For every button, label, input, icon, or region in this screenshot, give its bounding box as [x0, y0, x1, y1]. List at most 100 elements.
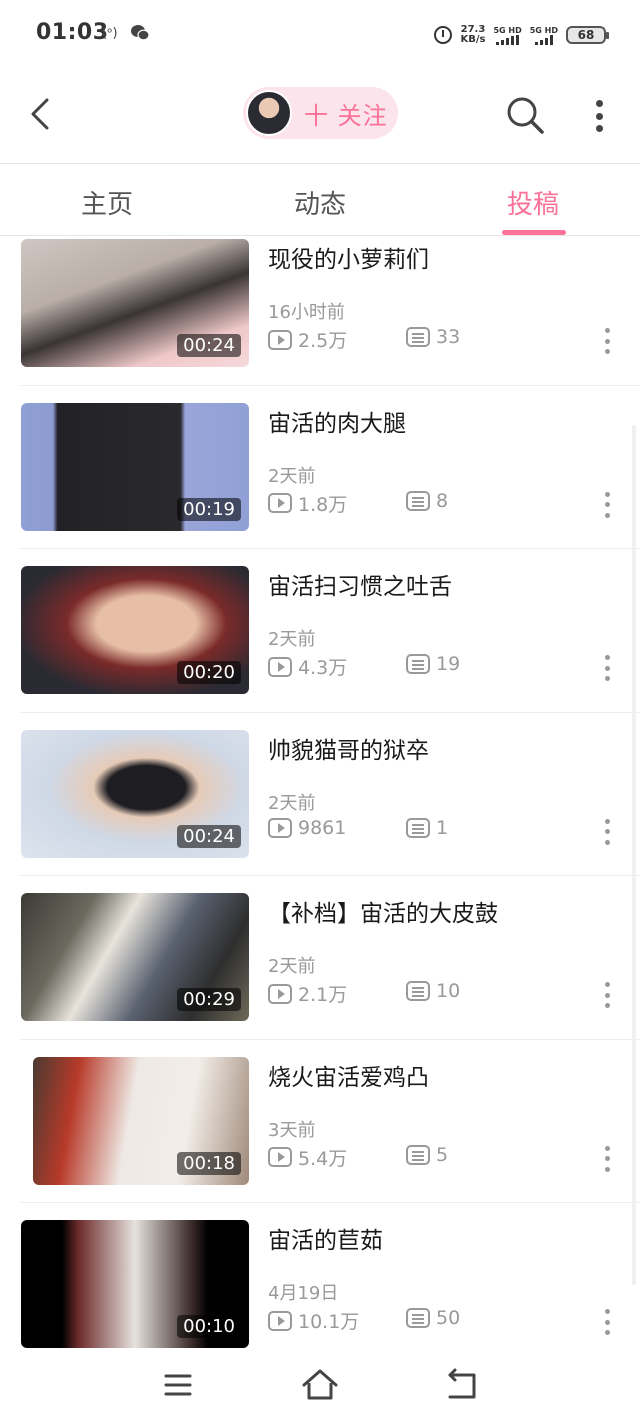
danmaku-count: 50: [406, 1307, 460, 1329]
video-item[interactable]: 00:24 现役的小萝莉们 16小时前 2.5万 33: [0, 237, 640, 386]
video-item[interactable]: 00:18 烧火宙活爱鸡凸 3天前 5.4万 5: [0, 1040, 640, 1204]
video-date: 2天前: [268, 629, 316, 650]
video-duration: 00:29: [177, 988, 241, 1011]
item-more-button[interactable]: [601, 655, 613, 681]
alarm-icon: [434, 26, 453, 44]
menu-icon: [164, 1374, 192, 1396]
video-item[interactable]: 00:10 宙活的苣茹 4月19日 10.1万 50: [0, 1203, 640, 1353]
back-nav-button[interactable]: [442, 1367, 482, 1403]
back-button[interactable]: [22, 94, 62, 134]
video-thumbnail[interactable]: 00:20: [21, 566, 249, 694]
more-vertical-icon: [604, 982, 610, 987]
hotspot-icon: (ᵒ): [102, 26, 118, 41]
video-item[interactable]: 00:19 宙活的肉大腿 2天前 1.8万 8: [0, 386, 640, 550]
video-date: 4月19日: [268, 1283, 339, 1304]
danmaku-count: 1: [406, 817, 448, 839]
video-list[interactable]: 00:24 现役的小萝莉们 16小时前 2.5万 33 00:19 宙活的肉大腿…: [0, 237, 640, 1353]
play-icon: [268, 817, 292, 838]
danmaku-count: 19: [406, 653, 460, 675]
status-time: 01:03: [36, 20, 109, 45]
item-more-button[interactable]: [601, 491, 613, 518]
video-date: 2天前: [268, 792, 316, 814]
battery-icon: 68: [566, 26, 609, 44]
play-count: 1.8万: [268, 490, 347, 517]
follow-button[interactable]: 十 关注: [243, 87, 398, 139]
menu-button[interactable]: [158, 1367, 198, 1403]
video-thumbnail[interactable]: 00:18: [33, 1056, 249, 1185]
video-item[interactable]: 00:20 宙活扫习惯之吐舌 2天前 4.3万 19: [0, 549, 640, 713]
video-item[interactable]: 00:24 帅貌猫哥的狱卒 2天前 9861 1: [0, 713, 640, 877]
video-item[interactable]: 00:29 【补档】宙活的大皮鼓 2天前 2.1万 10: [0, 876, 640, 1040]
video-duration: 00:24: [177, 334, 241, 357]
scrollbar[interactable]: [632, 425, 636, 1285]
video-title[interactable]: 现役的小萝莉们: [268, 240, 429, 274]
play-icon: [268, 656, 292, 677]
play-count: 9861: [268, 817, 346, 839]
video-duration: 00:19: [177, 497, 241, 521]
more-vertical-icon: [604, 491, 610, 497]
play-count: 2.1万: [268, 980, 347, 1007]
danmaku-count: 5: [406, 1144, 448, 1166]
video-thumbnail[interactable]: 00:10: [21, 1220, 249, 1348]
tab-dynamics[interactable]: 动态: [265, 184, 375, 221]
play-icon: [268, 1310, 292, 1331]
play-icon: [268, 493, 292, 513]
video-thumbnail[interactable]: 00:29: [21, 893, 249, 1021]
video-thumbnail[interactable]: 00:24: [21, 729, 249, 858]
video-title[interactable]: 宙活的肉大腿: [268, 404, 406, 438]
video-title[interactable]: 宙活扫习惯之吐舌: [268, 567, 452, 601]
video-title[interactable]: 帅貌猫哥的狱卒: [268, 731, 429, 765]
tab-uploads[interactable]: 投稿: [478, 184, 588, 221]
follow-label: 十 关注: [304, 101, 388, 130]
back-return-icon: [448, 1368, 476, 1399]
app-header: 十 关注: [0, 68, 640, 164]
video-title[interactable]: 宙活的苣茹: [268, 1221, 383, 1255]
item-more-button[interactable]: [601, 328, 613, 354]
tab-active-indicator: [502, 230, 566, 235]
more-vertical-icon: [595, 100, 603, 107]
search-button[interactable]: [504, 94, 546, 136]
sim1-signal-icon: 5G HD: [493, 25, 522, 45]
danmaku-icon: [406, 490, 430, 511]
more-options-button[interactable]: [586, 96, 612, 136]
danmaku-icon: [406, 817, 430, 838]
sim1-label: 5G HD: [493, 25, 522, 35]
play-icon: [268, 983, 292, 1004]
net-speed: 27.3 KB/s: [460, 25, 485, 45]
danmaku-icon: [406, 1308, 430, 1328]
play-count: 5.4万: [268, 1144, 347, 1171]
video-duration: 00:24: [177, 824, 241, 848]
search-icon: [507, 97, 544, 134]
home-button[interactable]: [300, 1367, 340, 1403]
play-icon: [268, 1147, 292, 1167]
wechat-icon: [130, 24, 150, 46]
item-more-button[interactable]: [601, 818, 613, 845]
danmaku-icon: [406, 654, 430, 674]
danmaku-count: 33: [406, 326, 460, 348]
play-count: 2.5万: [268, 326, 347, 353]
video-thumbnail[interactable]: 00:19: [21, 402, 249, 531]
more-vertical-icon: [604, 1309, 610, 1314]
play-icon: [268, 329, 292, 350]
danmaku-count: 10: [406, 980, 460, 1002]
danmaku-icon: [406, 981, 430, 1001]
item-more-button[interactable]: [601, 982, 613, 1008]
net-speed-unit: KB/s: [460, 34, 486, 45]
more-vertical-icon: [604, 328, 610, 333]
video-date: 3天前: [268, 1119, 316, 1141]
item-more-button[interactable]: [601, 1309, 613, 1335]
video-duration: 00:20: [177, 661, 241, 684]
home-icon: [302, 1369, 338, 1400]
video-date: 16小时前: [268, 302, 345, 323]
item-more-button[interactable]: [601, 1145, 613, 1172]
video-title[interactable]: 【补档】宙活的大皮鼓: [268, 894, 498, 928]
play-count: 10.1万: [268, 1307, 359, 1334]
video-date: 2天前: [268, 465, 316, 487]
danmaku-icon: [406, 327, 430, 347]
video-duration: 00:18: [177, 1151, 241, 1175]
avatar[interactable]: [246, 90, 292, 136]
tab-home[interactable]: 主页: [52, 184, 162, 221]
status-right-group: 27.3 KB/s 5G HD 5G HD 68: [434, 22, 609, 48]
video-title[interactable]: 烧火宙活爱鸡凸: [268, 1058, 429, 1092]
video-thumbnail[interactable]: 00:24: [21, 239, 249, 367]
